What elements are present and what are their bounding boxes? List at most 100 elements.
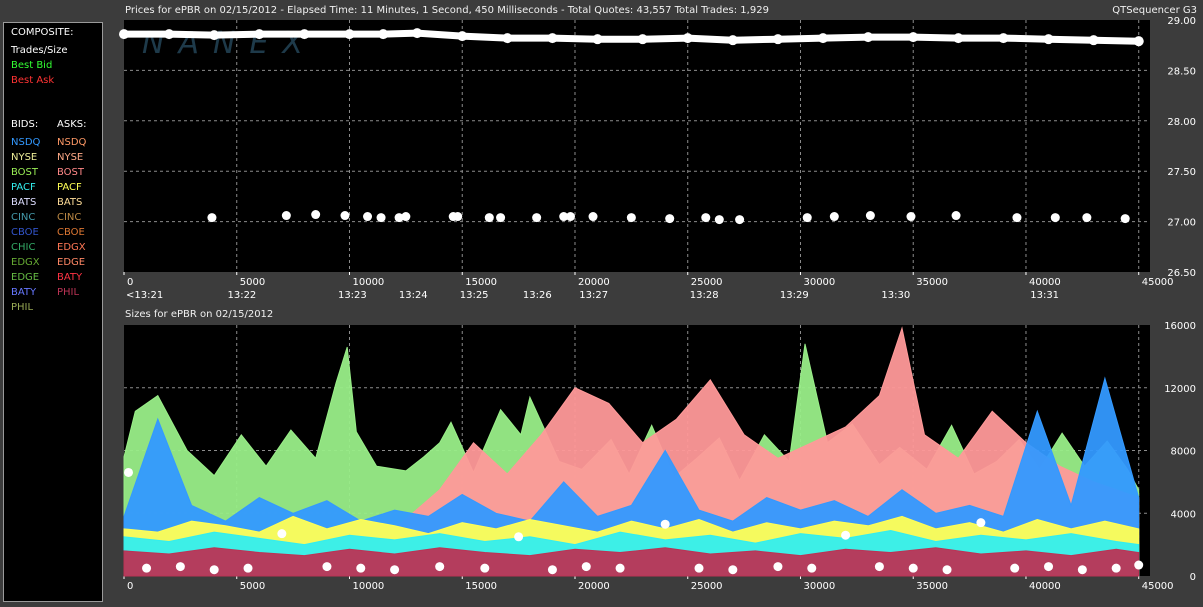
trade-size-point [1010, 563, 1020, 573]
time-tick-label: <13:21 [126, 290, 163, 301]
trade-size-point [976, 518, 986, 528]
trade-point-high [727, 35, 738, 46]
trade-point [735, 215, 745, 225]
trade-point [906, 212, 916, 222]
trade-size-point [356, 563, 366, 573]
x-tick-label: 5000 [240, 581, 265, 592]
y-tick-label: 27.50 [1167, 167, 1196, 178]
y-tick-label: 12000 [1164, 384, 1196, 395]
time-tick-label: 13:25 [460, 290, 489, 301]
trade-point [565, 212, 575, 222]
x-tick-label: 10000 [352, 581, 384, 592]
x-tick-label: 30000 [803, 581, 835, 592]
trade-point [665, 214, 675, 224]
trade-point-high [502, 33, 513, 44]
time-tick-label: 13:31 [1030, 290, 1059, 301]
trade-size-point [660, 519, 670, 529]
trade-point-high [592, 34, 603, 45]
y-tick-label: 8000 [1171, 447, 1196, 458]
trade-point-high [818, 33, 829, 44]
trade-size-point [547, 565, 557, 575]
trade-point-high [299, 29, 310, 40]
time-tick-label: 13:23 [338, 290, 367, 301]
time-tick-label: 13:28 [690, 290, 719, 301]
trade-point [207, 213, 217, 223]
trade-size-point [142, 563, 152, 573]
trade-size-point [581, 562, 591, 572]
y-tick-label: 29.00 [1167, 16, 1196, 27]
trade-point [311, 210, 321, 220]
trade-point [363, 212, 373, 222]
x-tick-label: 0 [127, 277, 133, 288]
trade-point [496, 213, 506, 223]
trade-point-high [209, 30, 220, 41]
trade-point [1082, 213, 1092, 223]
time-tick-label: 13:26 [523, 290, 552, 301]
x-tick-label: 40000 [1029, 581, 1061, 592]
x-tick-label: 40000 [1029, 277, 1061, 288]
trade-point [1012, 213, 1022, 223]
x-tick-label: 5000 [240, 277, 265, 288]
trade-point-high [998, 33, 1009, 44]
y-tick-label: 0 [1190, 572, 1196, 583]
trade-point [714, 215, 724, 225]
trade-point-high [772, 34, 783, 45]
trade-point-high [254, 29, 265, 40]
trade-point [281, 211, 291, 221]
x-tick-label: 30000 [803, 277, 835, 288]
y-tick-label: 28.50 [1167, 66, 1196, 77]
trade-point-high [119, 29, 129, 40]
trade-size-point [728, 565, 738, 575]
trade-point-high [908, 32, 919, 43]
trade-point [865, 211, 875, 221]
trade-point [340, 211, 350, 221]
trade-size-point [1111, 563, 1121, 573]
trade-point-high [682, 33, 693, 44]
trade-size-point [694, 563, 704, 573]
trade-point [453, 212, 463, 222]
trade-point [802, 213, 812, 223]
time-tick-label: 13:29 [780, 290, 809, 301]
y-tick-label: 16000 [1164, 321, 1196, 332]
y-tick-label: 4000 [1171, 509, 1196, 520]
x-tick-label: 25000 [691, 277, 723, 288]
x-tick-label: 15000 [465, 277, 497, 288]
x-tick-label: 35000 [916, 277, 948, 288]
trade-point-high [457, 31, 468, 42]
trade-size-point [435, 562, 445, 572]
trade-point-high [378, 29, 389, 40]
x-tick-label: 15000 [465, 581, 497, 592]
trade-size-point [124, 467, 134, 477]
time-tick-label: 13:24 [399, 290, 428, 301]
x-tick-label: 20000 [578, 581, 610, 592]
trade-point [1120, 214, 1130, 224]
trade-point [1050, 213, 1060, 223]
trade-point [401, 212, 411, 222]
trade-point-high [863, 32, 874, 43]
time-tick-label: 13:22 [227, 290, 256, 301]
price-and-size-charts: NANEX 0 5000 10000 15000 20000 25000 30000 3500… [119, 16, 1196, 592]
trade-size-point [807, 563, 817, 573]
trade-point [626, 213, 636, 223]
trade-size-point [480, 563, 490, 573]
trade-size-point [773, 562, 783, 572]
y-tick-label: 27.00 [1167, 218, 1196, 229]
trade-point-high [637, 34, 648, 45]
trade-point-high [164, 29, 175, 40]
y-tick-label: 26.50 [1167, 268, 1196, 279]
trade-size-point [841, 530, 851, 540]
trade-point [951, 211, 961, 221]
trade-size-point [942, 565, 952, 575]
trade-point-high [1133, 36, 1144, 47]
trade-point [484, 213, 494, 223]
x-tick-label: 45000 [1142, 581, 1174, 592]
trade-size-point [514, 532, 524, 542]
x-tick-label: 25000 [691, 581, 723, 592]
trade-size-point [908, 563, 918, 573]
trade-size-point [322, 562, 332, 572]
trade-size-point [874, 562, 884, 572]
trade-point-high [1043, 34, 1054, 45]
trade-point [829, 212, 839, 222]
trade-point-high [412, 28, 423, 39]
trade-point [588, 212, 598, 222]
